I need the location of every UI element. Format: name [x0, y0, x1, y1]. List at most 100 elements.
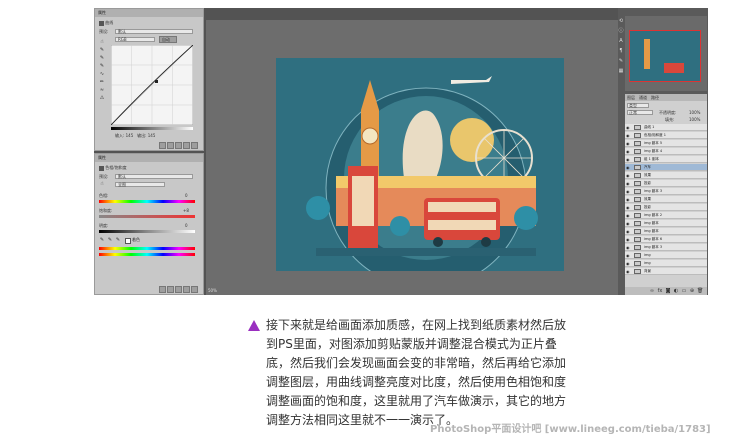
- curve-point-icon[interactable]: ∿: [99, 71, 105, 77]
- navigator-preview[interactable]: [629, 30, 701, 82]
- opacity-value[interactable]: 100%: [689, 110, 700, 115]
- new-group-icon[interactable]: ▭: [681, 288, 687, 294]
- reset-button-2[interactable]: [175, 286, 182, 293]
- layer-visibility-eye-icon[interactable]: ◉: [626, 237, 630, 242]
- layer-row[interactable]: ◉ 组 1 副本: [625, 156, 707, 163]
- smooth-icon[interactable]: ≈: [99, 87, 105, 93]
- layer-row[interactable]: ◉ img 副本 6: [625, 236, 707, 243]
- view-previous-button[interactable]: [167, 142, 174, 149]
- layer-row[interactable]: ◉ img 副本 4: [625, 148, 707, 155]
- curves-input-value[interactable]: 145: [126, 133, 134, 138]
- history-icon[interactable]: ⟲: [618, 18, 624, 24]
- eyedropper-black-icon[interactable]: ✎: [99, 47, 105, 53]
- layer-visibility-eye-icon[interactable]: ◉: [626, 197, 630, 202]
- link-layers-icon[interactable]: ∞: [649, 288, 655, 294]
- eyedropper-icon[interactable]: ✎: [99, 237, 105, 243]
- curves-graph[interactable]: [111, 45, 193, 125]
- toggle-visibility-button-2[interactable]: [183, 286, 190, 293]
- layer-row[interactable]: ◉ 效果: [625, 172, 707, 179]
- curves-panel-tab[interactable]: 属性: [95, 9, 203, 17]
- layer-row[interactable]: ◉ img 副本 5: [625, 140, 707, 147]
- layers-tab-paths[interactable]: 路径: [651, 95, 659, 100]
- layer-visibility-eye-icon[interactable]: ◉: [626, 205, 630, 210]
- info-icon[interactable]: ⓘ: [618, 28, 624, 34]
- lightness-value[interactable]: 0: [185, 223, 188, 228]
- layer-row[interactable]: ◉ img 副本 3: [625, 188, 707, 195]
- hue-value[interactable]: 0: [185, 193, 188, 198]
- layer-row[interactable]: ◉ 投影: [625, 180, 707, 187]
- swatches-icon[interactable]: ▦: [618, 68, 624, 74]
- clip-to-layer-button[interactable]: [159, 142, 166, 149]
- brush-icon[interactable]: ✎: [618, 58, 624, 64]
- zoom-level-left[interactable]: 50%: [208, 288, 217, 293]
- huesat-master-select[interactable]: 全图: [115, 182, 165, 187]
- paragraph-icon[interactable]: ¶: [618, 48, 624, 54]
- new-layer-icon[interactable]: ⊕: [689, 288, 695, 294]
- layer-row[interactable]: ◉ img 副本 2: [625, 212, 707, 219]
- fx-icon[interactable]: fx: [657, 288, 663, 294]
- clip-to-layer-button-2[interactable]: [159, 286, 166, 293]
- layer-row[interactable]: ◉ img: [625, 252, 707, 259]
- layer-visibility-eye-icon[interactable]: ◉: [626, 213, 630, 218]
- eyedropper-gray-icon[interactable]: ✎: [99, 55, 105, 61]
- layer-visibility-eye-icon[interactable]: ◉: [626, 173, 630, 178]
- eyedropper-add-icon[interactable]: ✎: [107, 237, 113, 243]
- toggle-visibility-button[interactable]: [183, 142, 190, 149]
- layer-visibility-eye-icon[interactable]: ◉: [626, 125, 630, 130]
- layer-row[interactable]: ◉ img 副本: [625, 228, 707, 235]
- adjustment-layer-icon[interactable]: ◐: [673, 288, 679, 294]
- layer-row[interactable]: ◉ 汽车: [625, 164, 707, 171]
- saturation-slider[interactable]: [99, 215, 195, 218]
- layer-row[interactable]: ◉ img 副本 3: [625, 244, 707, 251]
- fill-value[interactable]: 100%: [689, 117, 700, 122]
- layer-kind-filter[interactable]: 类型: [627, 103, 649, 108]
- layer-visibility-eye-icon[interactable]: ◉: [626, 269, 630, 274]
- pencil-icon[interactable]: ✏: [99, 79, 105, 85]
- layers-tab-layers[interactable]: 图层: [627, 95, 635, 100]
- layer-visibility-eye-icon[interactable]: ◉: [626, 165, 630, 170]
- layer-row[interactable]: ◉ img: [625, 260, 707, 267]
- clipping-warning-icon[interactable]: ⚠: [99, 95, 105, 101]
- eyedropper-white-icon[interactable]: ✎: [99, 63, 105, 69]
- curves-output-value[interactable]: 145: [148, 133, 156, 138]
- layer-visibility-eye-icon[interactable]: ◉: [626, 181, 630, 186]
- layer-row[interactable]: ◉ 曲线 1: [625, 124, 707, 131]
- hue-slider[interactable]: [99, 200, 195, 203]
- layer-row[interactable]: ◉ 投影: [625, 204, 707, 211]
- document-canvas-area[interactable]: [206, 20, 618, 295]
- colorize-checkbox[interactable]: [125, 238, 131, 244]
- lightness-slider[interactable]: [99, 230, 195, 233]
- hand-adjust-icon[interactable]: ☝: [99, 181, 105, 187]
- reset-button[interactable]: [175, 142, 182, 149]
- eyedropper-subtract-icon[interactable]: ✎: [115, 237, 121, 243]
- view-previous-button-2[interactable]: [167, 286, 174, 293]
- layer-visibility-eye-icon[interactable]: ◉: [626, 229, 630, 234]
- huesat-panel-tab[interactable]: 属性: [95, 154, 203, 162]
- layer-visibility-eye-icon[interactable]: ◉: [626, 261, 630, 266]
- curves-channel-select[interactable]: RGB: [115, 37, 155, 42]
- delete-adjustment-button[interactable]: [191, 142, 198, 149]
- on-image-adjust-icon[interactable]: ☝: [99, 39, 105, 45]
- trash-icon[interactable]: 🗑: [697, 288, 703, 294]
- blend-mode-select[interactable]: 正常: [627, 110, 653, 115]
- layer-row[interactable]: ◉ img 副本: [625, 220, 707, 227]
- curves-preset-select[interactable]: 默认: [115, 29, 193, 34]
- layer-row[interactable]: ◉ 背景: [625, 268, 707, 275]
- layer-visibility-eye-icon[interactable]: ◉: [626, 149, 630, 154]
- layer-visibility-eye-icon[interactable]: ◉: [626, 245, 630, 250]
- character-icon[interactable]: A: [618, 38, 624, 44]
- layer-visibility-eye-icon[interactable]: ◉: [626, 141, 630, 146]
- delete-adjustment-button-2[interactable]: [191, 286, 198, 293]
- layer-visibility-eye-icon[interactable]: ◉: [626, 157, 630, 162]
- huesat-preset-select[interactable]: 默认: [115, 174, 193, 179]
- layer-visibility-eye-icon[interactable]: ◉: [626, 221, 630, 226]
- layer-row[interactable]: ◉ 效果: [625, 196, 707, 203]
- layer-visibility-eye-icon[interactable]: ◉: [626, 253, 630, 258]
- layer-visibility-eye-icon[interactable]: ◉: [626, 189, 630, 194]
- layer-visibility-eye-icon[interactable]: ◉: [626, 133, 630, 138]
- mask-icon[interactable]: ◙: [665, 288, 671, 294]
- layers-tab-channels[interactable]: 通道: [639, 95, 647, 100]
- curves-auto-button[interactable]: 自动: [159, 36, 177, 43]
- saturation-value[interactable]: +8: [183, 208, 189, 213]
- layer-row[interactable]: ◉ 色相/饱和度 1: [625, 132, 707, 139]
